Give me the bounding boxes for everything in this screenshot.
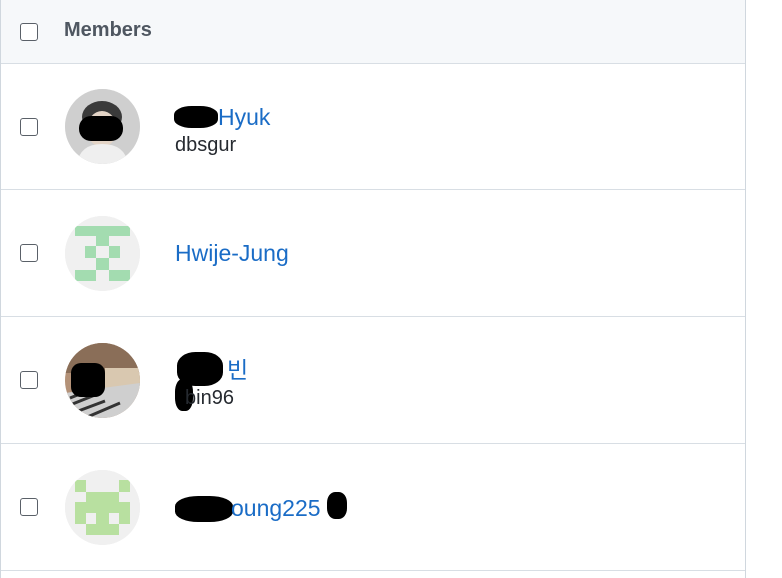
member-info: Hyuk dbsgur [174,102,270,158]
member-row: 빈 bin96 [1,317,745,444]
member-info: 빈 bin96 [175,351,248,411]
member-checkbox[interactable] [20,498,38,516]
select-all-checkbox[interactable] [20,22,38,41]
avatar[interactable] [65,89,140,164]
avatar[interactable] [65,215,140,291]
avatar[interactable] [65,469,140,545]
members-title: Members [64,19,152,41]
member-login: dbsgur [175,133,237,156]
member-checkbox[interactable] [20,117,38,136]
avatar-photo [65,89,140,164]
member-checkbox[interactable] [20,244,38,262]
identicon-avatar [65,469,140,545]
member-row: oung225 [1,444,745,571]
member-row: Hyuk dbsgur [1,64,745,190]
avatar-photo [65,342,140,418]
member-checkbox[interactable] [20,371,38,389]
member-name-link[interactable]: oung225 [175,495,321,521]
members-header: Members [1,0,745,64]
member-row: Hwije-Jung [1,190,745,317]
members-panel: Members Hyuk dbsgur Hwije-Jung 빈 bin96 o… [0,0,746,578]
member-login: bin96 [185,386,234,409]
redaction-mark [327,492,347,519]
member-name-link[interactable]: Hwije-Jung [175,238,289,268]
avatar[interactable] [65,342,140,418]
member-name-link[interactable]: Hyuk [175,104,270,130]
identicon-avatar [65,215,140,291]
member-info: oung225 [175,492,347,523]
member-info: Hwije-Jung [175,238,289,268]
